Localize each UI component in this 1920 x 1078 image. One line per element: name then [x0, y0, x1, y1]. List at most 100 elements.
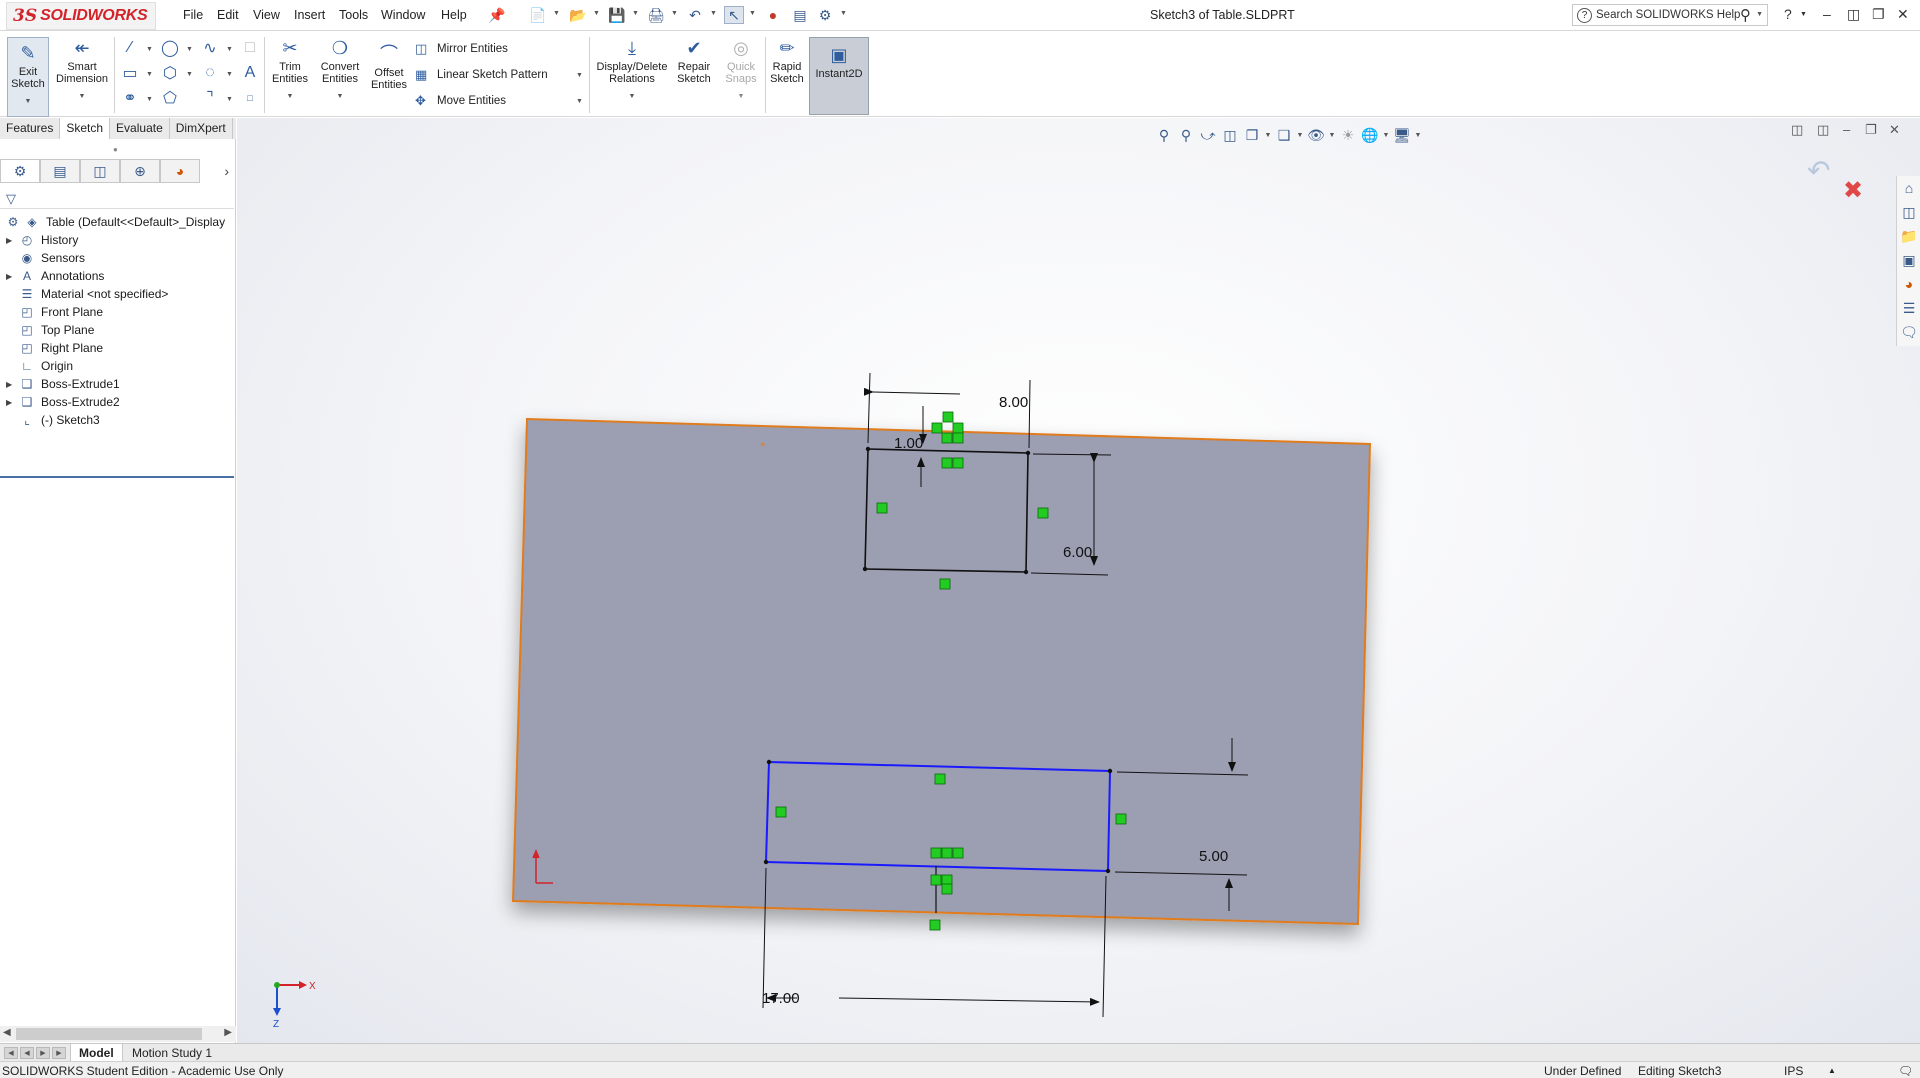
point-tool-icon[interactable]: □ — [238, 87, 262, 109]
tree-item-annotations[interactable]: ▶ A Annotations — [0, 267, 234, 285]
sketch-picture-icon[interactable]: □ — [238, 37, 262, 59]
select-pointer-icon[interactable]: ↖ — [724, 6, 744, 24]
solidworks-resources-icon[interactable]: ⌂ — [1897, 176, 1920, 200]
tab-dimxpert[interactable]: DimXpert — [170, 118, 233, 139]
rollback-bar[interactable] — [0, 476, 234, 478]
spline-dropdown-icon[interactable]: ▼ — [226, 46, 233, 53]
previous-view-icon[interactable]: ⤻ — [1197, 125, 1219, 145]
slot-tool-icon[interactable]: ⚭ — [118, 87, 142, 109]
expand-arrow-icon[interactable]: ▶ — [6, 398, 18, 407]
select-dropdown-icon[interactable]: ▼ — [749, 10, 756, 17]
rectangle-tool-icon[interactable]: ▭ — [118, 62, 142, 84]
design-library-icon[interactable]: ◫ — [1897, 200, 1920, 224]
tree-item-front-plane[interactable]: ◰ Front Plane — [0, 303, 234, 321]
graphics-area[interactable]: + 8.00 1.00 6.00 5.00 17.00 X Z ⚲ ⚲ ⤻ ◫ … — [237, 118, 1920, 1043]
undo-icon[interactable]: ↶ — [685, 6, 705, 24]
edit-appearance-icon[interactable]: ☀ — [1337, 125, 1359, 145]
view-settings-dropdown-icon[interactable]: ▼ — [1413, 132, 1423, 139]
smart-dimension-button[interactable]: ↞ Smart Dimension ▼ — [53, 37, 111, 103]
exit-sketch-dropdown-icon[interactable]: ▼ — [8, 96, 48, 108]
tree-root-part[interactable]: ⚙ ◈ Table (Default<<Default>_Display — [0, 213, 234, 231]
appearances-icon[interactable]: ◕ — [1897, 272, 1920, 296]
menu-window[interactable]: Window — [381, 8, 425, 22]
scroll-left-icon[interactable]: ◀ — [3, 1027, 11, 1038]
text-tool-icon[interactable]: A — [238, 62, 262, 84]
help-icon[interactable]: ? — [1784, 6, 1792, 22]
quick-snaps-button[interactable]: ◎ Quick Snaps ▼ — [719, 37, 763, 103]
solidworks-logo[interactable]: 3S SOLIDWORKS — [6, 2, 156, 30]
dim-text-17[interactable]: 17.00 — [762, 990, 800, 1007]
tab-evaluate[interactable]: Evaluate — [110, 118, 170, 139]
repair-sketch-button[interactable]: ✔ Repair Sketch — [673, 37, 715, 85]
hide-show-items-icon[interactable]: 👁 — [1305, 125, 1327, 145]
line-dropdown-icon[interactable]: ▼ — [146, 46, 153, 53]
menu-file[interactable]: File — [183, 8, 203, 22]
configuration-manager-icon[interactable]: ◫ — [80, 159, 120, 183]
menu-edit[interactable]: Edit — [217, 8, 239, 22]
polygon-tool-icon[interactable]: ⬡ — [158, 62, 182, 84]
panel-expand-icon[interactable]: › — [224, 163, 229, 179]
cancel-sketch-corner-icon[interactable]: ✖ — [1843, 176, 1863, 205]
relations-dropdown-icon[interactable]: ▼ — [594, 91, 670, 103]
feature-manager-tree-icon[interactable]: ⚙ — [0, 159, 40, 183]
tree-item-sketch3[interactable]: ⌞ (-) Sketch3 — [0, 411, 234, 429]
section-view-icon[interactable]: ◫ — [1219, 125, 1241, 145]
move-entities-button[interactable]: ✥ Move Entities — [415, 93, 506, 109]
dim-text-5[interactable]: 5.00 — [1199, 848, 1228, 865]
exit-sketch-button[interactable]: ✎ Exit Sketch ▼ — [7, 37, 49, 117]
spline-tool-icon[interactable]: ∿ — [198, 37, 222, 59]
display-style-dropdown-icon[interactable]: ▼ — [1295, 132, 1305, 139]
undo-dropdown-icon[interactable]: ▼ — [710, 10, 717, 17]
offset-entities-button[interactable]: ⌒ Offset Entities — [366, 43, 412, 91]
pin-icon[interactable]: 📌 — [487, 6, 507, 24]
filter-icon[interactable]: ▽ — [6, 191, 16, 207]
fillet-tool-icon[interactable]: ⌝ — [198, 87, 222, 109]
offset-polygon-icon[interactable]: ⬠ — [158, 87, 182, 109]
rebuild-traffic-light-icon[interactable]: ● — [763, 6, 783, 24]
circle-tool-icon[interactable]: ◯ — [158, 37, 182, 59]
mirror-entities-button[interactable]: ◫ Mirror Entities — [415, 41, 508, 57]
menu-tools[interactable]: Tools — [339, 8, 368, 22]
tree-item-boss-extrude1[interactable]: ▶ ❑ Boss-Extrude1 — [0, 375, 234, 393]
search-input[interactable]: Search SOLIDWORKS Help — [1596, 9, 1740, 21]
polygon-dropdown-icon[interactable]: ▼ — [186, 71, 193, 78]
prev-tab-icon[interactable]: ◀ — [20, 1047, 34, 1059]
print-icon[interactable]: 🖨 — [646, 6, 666, 24]
view-settings-icon[interactable]: 🖥 — [1391, 125, 1413, 145]
last-tab-icon[interactable]: ▶ — [52, 1047, 66, 1059]
pattern-dropdown-icon[interactable]: ▼ — [576, 72, 583, 79]
viewport-split-right-icon[interactable]: ◫ — [1817, 122, 1829, 138]
tree-item-top-plane[interactable]: ◰ Top Plane — [0, 321, 234, 339]
hide-show-dropdown-icon[interactable]: ▼ — [1327, 132, 1337, 139]
open-dropdown-icon[interactable]: ▼ — [593, 10, 600, 17]
apply-scene-icon[interactable]: 🌐 — [1359, 125, 1381, 145]
smart-dimension-dropdown-icon[interactable]: ▼ — [53, 91, 111, 103]
display-delete-relations-button[interactable]: ⤓ Display/Delete Relations ▼ — [594, 37, 670, 103]
expand-arrow-icon[interactable]: ▶ — [6, 380, 18, 389]
print-dropdown-icon[interactable]: ▼ — [671, 10, 678, 17]
tree-item-origin[interactable]: ∟ Origin — [0, 357, 234, 375]
minimize-icon[interactable]: – — [1823, 6, 1831, 22]
ellipse-dropdown-icon[interactable]: ▼ — [226, 71, 233, 78]
view-palette-icon[interactable]: ▣ — [1897, 248, 1920, 272]
trim-entities-button[interactable]: ✂ Trim Entities ▼ — [268, 37, 312, 103]
exit-sketch-corner-icon[interactable]: ↶ — [1807, 154, 1830, 187]
options-dropdown-icon[interactable]: ▼ — [840, 10, 847, 17]
circle-dropdown-icon[interactable]: ▼ — [186, 46, 193, 53]
quick-snaps-dropdown-icon[interactable]: ▼ — [719, 91, 763, 103]
tab-sketch[interactable]: Sketch — [60, 118, 111, 139]
forum-icon[interactable]: 🗨 — [1897, 320, 1920, 344]
tree-horizontal-scrollbar[interactable]: ◀ ▶ — [0, 1026, 236, 1042]
restore-icon[interactable]: ❐ — [1872, 6, 1885, 23]
search-help-box[interactable]: ? Search SOLIDWORKS Help ⚲ ▼ — [1572, 4, 1768, 26]
viewport-restore-icon[interactable]: ❐ — [1865, 122, 1877, 138]
tree-item-sensors[interactable]: ◉ Sensors — [0, 249, 234, 267]
move-dropdown-icon[interactable]: ▼ — [576, 98, 583, 105]
line-tool-icon[interactable]: ∕ — [118, 37, 142, 59]
dim-text-8[interactable]: 8.00 — [999, 394, 1028, 411]
rapid-sketch-button[interactable]: ✏ Rapid Sketch — [769, 37, 805, 85]
expand-arrow-icon[interactable]: ▶ — [6, 272, 18, 281]
help-dropdown-icon[interactable]: ▼ — [1800, 11, 1807, 18]
units-dropdown-icon[interactable]: ▲ — [1828, 1066, 1836, 1075]
menu-help[interactable]: Help — [441, 8, 467, 22]
